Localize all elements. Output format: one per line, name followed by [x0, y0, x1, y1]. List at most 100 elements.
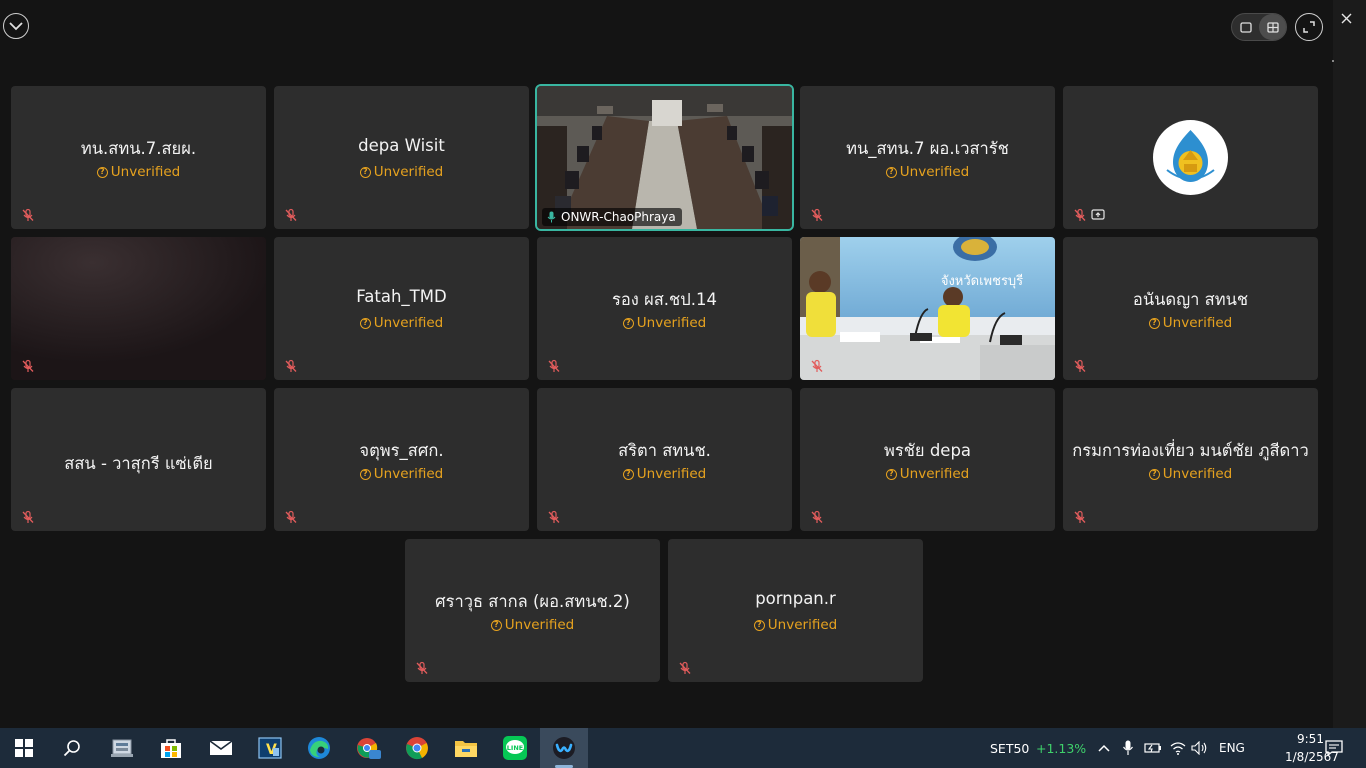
- question-icon: ?: [885, 166, 897, 178]
- clock-time[interactable]: 9:51: [1297, 732, 1324, 746]
- search-icon: [63, 740, 80, 757]
- participant-tile[interactable]: สสน - วาสุกรี แซ่เตีย: [11, 388, 266, 531]
- taskbar-file-explorer-button[interactable]: [453, 735, 479, 761]
- participant-tile[interactable]: อนันดญา สทนช ? Unverified: [1063, 237, 1318, 380]
- single-view-button[interactable]: [1232, 14, 1259, 40]
- chrome-icon: [406, 737, 428, 760]
- file-explorer-icon: [455, 741, 477, 757]
- volume-tray-button[interactable]: [1190, 735, 1210, 761]
- muted-mic-icon: [811, 208, 823, 221]
- muted-mic-icon: [1074, 208, 1086, 221]
- muted-mic-icon: [416, 661, 428, 674]
- input-language-indicator[interactable]: ENG: [1219, 741, 1245, 755]
- participant-name-tag: ONWR-ChaoPhraya: [542, 208, 682, 226]
- participant-name: ทน.สทน.7.สยผ.: [80, 139, 197, 158]
- taskbar-webex-button[interactable]: [551, 735, 577, 761]
- verification-status: ? Unverified: [537, 315, 792, 331]
- muted-mic-icon: [22, 510, 34, 523]
- taskbar-line-button[interactable]: LINE: [502, 735, 528, 761]
- action-center-button[interactable]: [1321, 735, 1347, 761]
- participant-tile[interactable]: Fatah_TMD ? Unverified: [274, 237, 529, 380]
- muted-mic-icon: [548, 359, 560, 372]
- muted-mic-icon: [1074, 359, 1086, 372]
- muted-mic-icon: [285, 510, 297, 523]
- battery-tray-button[interactable]: [1143, 735, 1163, 761]
- participant-name: ศราวุธ สากล (ผอ.สทนช.2): [435, 592, 630, 611]
- participant-tile[interactable]: พรชัย depa ? Unverified: [800, 388, 1055, 531]
- question-icon: ?: [622, 468, 634, 480]
- muted-mic-icon: [811, 510, 823, 523]
- fullscreen-button[interactable]: [1295, 13, 1323, 41]
- participant-name: สสน - วาสุกรี แซ่เตีย: [64, 454, 213, 473]
- question-icon: ?: [96, 166, 108, 178]
- grid-view-icon: [1266, 21, 1279, 33]
- participant-name: รอง ผส.ชป.14: [612, 290, 717, 309]
- muted-mic-icon: [1074, 510, 1086, 523]
- participant-tile-active-speaker[interactable]: ONWR-ChaoPhraya: [535, 84, 794, 231]
- screen-share-icon: [1091, 209, 1105, 220]
- fullscreen-icon: [1303, 21, 1315, 33]
- participant-video: [11, 237, 266, 380]
- microphone-tray-button[interactable]: [1119, 735, 1137, 761]
- muted-mic-icon: [679, 661, 691, 674]
- question-icon: ?: [622, 317, 634, 329]
- participant-tile[interactable]: รอง ผส.ชป.14 ? Unverified: [537, 237, 792, 380]
- taskbar-chrome-button[interactable]: [404, 735, 430, 761]
- chevron-up-icon: [1098, 744, 1110, 752]
- verification-status: ? Unverified: [668, 617, 923, 633]
- close-button[interactable]: [1336, 8, 1356, 28]
- participant-name: จตุพร_สศก.: [359, 441, 444, 460]
- vnc-icon: V: [258, 737, 282, 759]
- question-icon: ?: [359, 166, 371, 178]
- taskbar-search-button[interactable]: [59, 735, 85, 761]
- muted-mic-icon: [285, 208, 297, 221]
- stock-ticker-change[interactable]: +1.13%: [1036, 741, 1086, 756]
- participant-name: อนันดญา สทนช: [1132, 290, 1249, 309]
- participant-tile[interactable]: กรมการท่องเที่ยว มนต์ชัย ภูสีดาว ? Unveri…: [1063, 388, 1318, 531]
- windows-start-icon: [15, 739, 33, 757]
- organization-emblem-avatar: [1153, 120, 1228, 195]
- chrome-profile-icon: [357, 738, 381, 759]
- question-icon: ?: [1148, 317, 1160, 329]
- muted-mic-icon: [22, 359, 34, 372]
- participant-tile[interactable]: [11, 237, 266, 380]
- participant-tile[interactable]: ทน_สทน.7 ผอ.เวสารัช ? Unverified: [800, 86, 1055, 229]
- wifi-tray-button[interactable]: [1168, 735, 1188, 761]
- participant-tile[interactable]: ทน.สทน.7.สยผ. ? Unverified: [11, 86, 266, 229]
- store-icon: [161, 739, 181, 758]
- grid-view-button[interactable]: [1259, 14, 1286, 40]
- single-view-icon: [1239, 21, 1252, 33]
- windows-start-button[interactable]: [11, 735, 37, 761]
- question-icon: ?: [1148, 468, 1160, 480]
- participant-tile[interactable]: depa Wisit ? Unverified: [274, 86, 529, 229]
- muted-mic-icon: [22, 208, 34, 221]
- participant-tile[interactable]: สริตา สทนช. ? Unverified: [537, 388, 792, 531]
- participant-video: จังหวัดเพชรบุรี: [800, 237, 1055, 380]
- layout-toggle[interactable]: [1231, 13, 1287, 41]
- participant-name: ทน_สทน.7 ผอ.เวสารัช: [846, 139, 1009, 158]
- participant-name: พรชัย depa: [883, 441, 972, 460]
- participant-tile[interactable]: จตุพร_สศก. ? Unverified: [274, 388, 529, 531]
- participant-tile[interactable]: [1063, 86, 1318, 229]
- verification-status: ? Unverified: [274, 164, 529, 180]
- question-icon: ?: [885, 468, 897, 480]
- taskbar-store-button[interactable]: [158, 735, 184, 761]
- participant-name: pornpan.r: [755, 589, 836, 608]
- notification-icon: [1325, 740, 1343, 756]
- participant-tile[interactable]: ศราวุธ สากล (ผอ.สทนช.2) ? Unverified: [405, 539, 660, 682]
- participant-tile[interactable]: pornpan.r ? Unverified: [668, 539, 923, 682]
- taskbar-edge-button[interactable]: [306, 735, 332, 761]
- question-icon: ?: [753, 619, 765, 631]
- participant-tile[interactable]: จังหวัดเพชรบุรี: [800, 237, 1055, 380]
- verification-status: ? Unverified: [1063, 315, 1318, 331]
- taskbar-task-view-button[interactable]: [109, 735, 135, 761]
- taskbar-chrome-profile-button[interactable]: [356, 735, 382, 761]
- collapse-button[interactable]: [3, 13, 29, 39]
- show-hidden-icons-button[interactable]: [1096, 735, 1112, 761]
- verification-status: ? Unverified: [405, 617, 660, 633]
- stock-ticker-symbol[interactable]: SET50: [990, 741, 1029, 756]
- taskbar-vnc-button[interactable]: V: [257, 735, 283, 761]
- question-icon: ?: [490, 619, 502, 631]
- participant-name: depa Wisit: [358, 136, 445, 155]
- taskbar-mail-button[interactable]: [208, 735, 234, 761]
